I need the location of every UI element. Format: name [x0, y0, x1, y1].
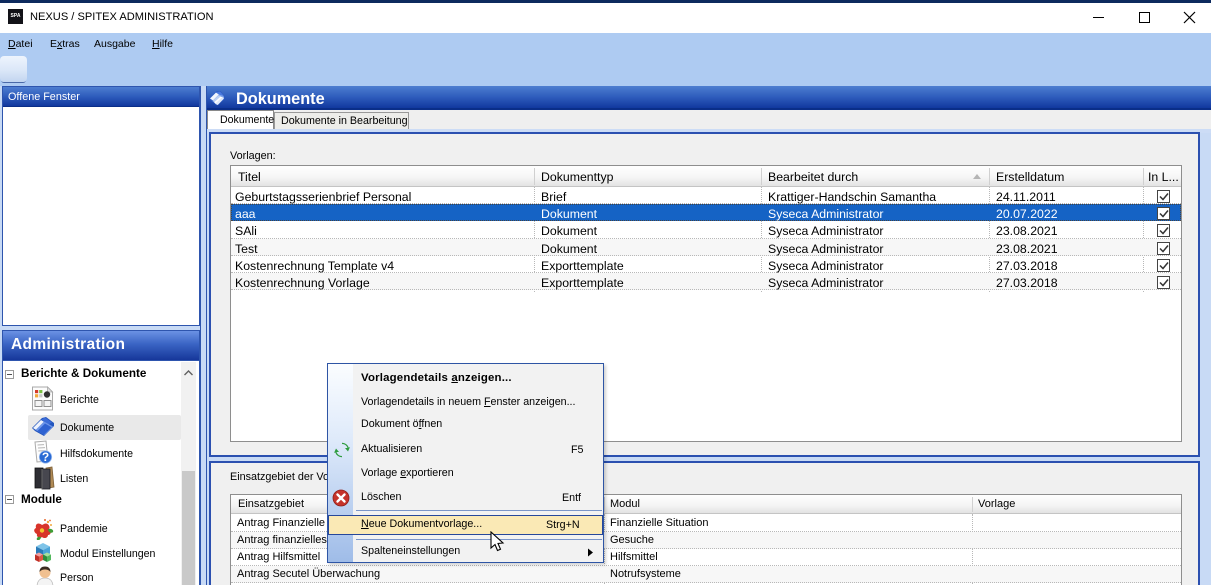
svg-text:?: ?: [42, 450, 49, 464]
